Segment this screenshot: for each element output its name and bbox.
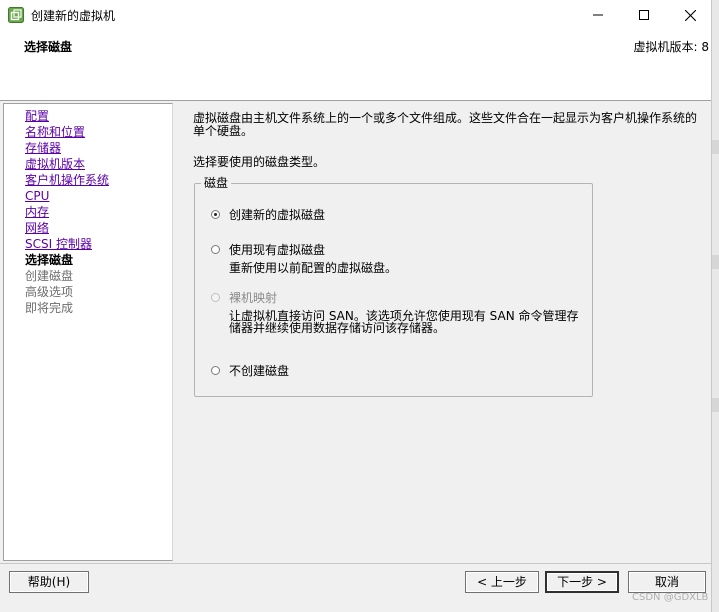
radio-raw-device-mapping <box>211 293 220 302</box>
step-vm-version[interactable]: 虚拟机版本 <box>25 156 109 172</box>
page-title: 选择磁盘 <box>24 40 73 54</box>
minimize-button[interactable] <box>575 0 621 30</box>
option-raw-device-mapping: 裸机映射 <box>211 289 277 306</box>
disk-description: 虚拟磁盘由主机文件系统上的一个或多个文件组成。这些文件合在一起显示为客户机操作系… <box>193 111 698 138</box>
wizard-steps-list: 配置 名称和位置 存储器 虚拟机版本 客户机操作系统 CPU 内存 网络 SCS… <box>25 108 109 316</box>
cancel-button[interactable]: 取消 <box>628 571 706 593</box>
background-fragment <box>712 398 719 412</box>
step-storage[interactable]: 存储器 <box>25 140 109 156</box>
option-sub-text: 让虚拟机直接访问 SAN。该选项允许您使用现有 SAN 命令管理存储器并继续使用… <box>229 309 579 335</box>
back-button[interactable]: < 上一步 <box>465 571 539 593</box>
option-label: 不创建磁盘 <box>229 364 290 378</box>
disk-type-prompt: 选择要使用的磁盘类型。 <box>193 155 326 169</box>
option-label: 裸机映射 <box>229 291 278 305</box>
close-button[interactable] <box>667 0 713 30</box>
background-fragment <box>712 140 719 154</box>
step-advanced-options: 高级选项 <box>25 285 74 299</box>
option-sub-text: 重新使用以前配置的虚拟磁盘。 <box>229 261 398 275</box>
minimize-icon <box>593 14 603 16</box>
close-icon <box>684 9 696 21</box>
background-fragment <box>712 255 719 269</box>
step-create-disk: 创建磁盘 <box>25 269 74 283</box>
option-create-new-disk[interactable]: 创建新的虚拟磁盘 <box>211 206 325 223</box>
option-label: 使用现有虚拟磁盘 <box>229 243 326 257</box>
radio-use-existing-disk[interactable] <box>211 245 220 254</box>
wizard-content: 虚拟磁盘由主机文件系统上的一个或多个文件组成。这些文件合在一起显示为客户机操作系… <box>176 103 709 559</box>
step-name-location[interactable]: 名称和位置 <box>25 124 109 140</box>
wizard-header: 选择磁盘 虚拟机版本: 8 <box>0 30 711 101</box>
help-button[interactable]: 帮助(H) <box>9 571 89 593</box>
window-title: 创建新的虚拟机 <box>31 9 116 23</box>
step-cpu[interactable]: CPU <box>25 188 109 204</box>
option-label: 创建新的虚拟磁盘 <box>229 208 326 222</box>
step-select-disk: 选择磁盘 <box>25 253 74 267</box>
wizard-steps-panel: 配置 名称和位置 存储器 虚拟机版本 客户机操作系统 CPU 内存 网络 SCS… <box>3 103 173 561</box>
step-ready-to-complete: 即将完成 <box>25 301 74 315</box>
maximize-icon <box>639 10 649 20</box>
step-memory[interactable]: 内存 <box>25 204 109 220</box>
radio-create-new-disk[interactable] <box>211 210 220 219</box>
step-guest-os[interactable]: 客户机操作系统 <box>25 172 109 188</box>
option-no-disk[interactable]: 不创建磁盘 <box>211 362 289 379</box>
option-use-existing-disk[interactable]: 使用现有虚拟磁盘 <box>211 241 325 258</box>
radio-no-disk[interactable] <box>211 366 220 375</box>
step-network[interactable]: 网络 <box>25 220 109 236</box>
step-scsi-controller[interactable]: SCSI 控制器 <box>25 236 109 252</box>
title-bar[interactable]: 创建新的虚拟机 <box>0 0 711 30</box>
disk-options-group: 磁盘 创建新的虚拟磁盘 使用现有虚拟磁盘 重新使用以前配置的虚拟磁盘。 裸机映射… <box>194 176 593 397</box>
group-label: 磁盘 <box>201 176 232 191</box>
vm-wizard-icon <box>8 7 24 23</box>
footer-separator <box>0 563 711 564</box>
vm-version-label: 虚拟机版本: 8 <box>633 40 710 54</box>
watermark: CSDN @GDXLB <box>632 592 709 603</box>
next-button[interactable]: 下一步 > <box>545 571 619 593</box>
background-window-edge <box>711 0 719 612</box>
step-config[interactable]: 配置 <box>25 108 109 124</box>
maximize-button[interactable] <box>621 0 667 30</box>
